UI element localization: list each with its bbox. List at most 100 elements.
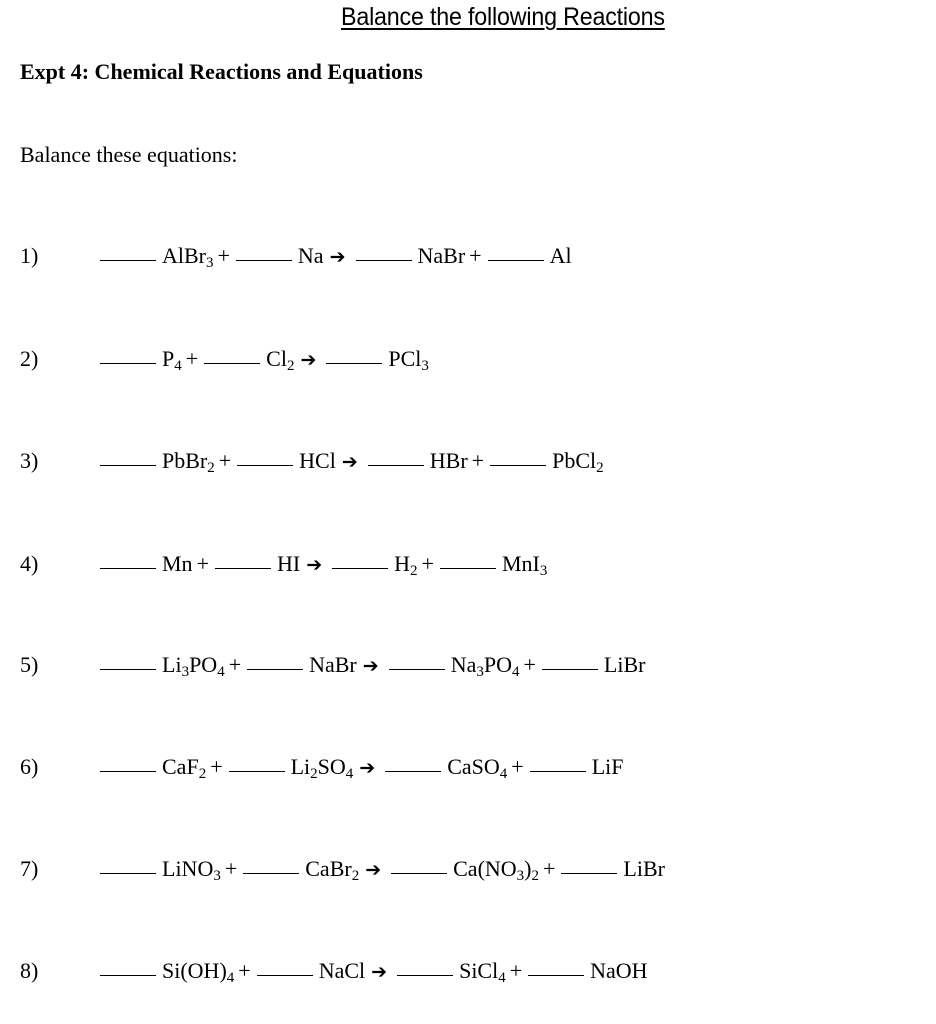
coefficient-blank[interactable] [397, 974, 454, 976]
plus-sign: + [511, 754, 524, 779]
reaction-arrow-icon: ➔ [300, 349, 317, 371]
experiment-heading: Expt 4: Chemical Reactions and Equations [20, 59, 423, 84]
chemical-formula: LiNO3 [162, 856, 221, 884]
subscript: 2 [531, 868, 540, 884]
equation-body: LiNO3 + CaBr2 ➔ Ca(NO3)2 + LiBr [100, 854, 665, 885]
chemical-formula: HBr [429, 448, 468, 473]
chemical-formula: LiBr [603, 652, 646, 677]
equation-number: 5) [20, 652, 39, 677]
equation-body: Mn + HI ➔ H2 + MnI3 [100, 549, 547, 580]
coefficient-blank[interactable] [367, 464, 424, 466]
coefficient-blank[interactable] [385, 770, 442, 772]
equation-body: CaF2 + Li2SO4 ➔ CaSO4 + LiF [100, 752, 624, 783]
plus-sign: + [217, 243, 230, 268]
coefficient-blank[interactable] [326, 362, 383, 364]
equation-row: 4) Mn + HI ➔ H2 + MnI3 [0, 549, 936, 579]
equation-body: Li3PO4 + NaBr ➔ Na3PO4 + LiBr [100, 650, 645, 681]
coefficient-blank[interactable] [228, 770, 285, 772]
plus-sign: + [185, 346, 199, 371]
coefficient-blank[interactable] [388, 668, 445, 670]
coefficient-blank[interactable] [529, 770, 586, 772]
chemical-formula: NaCl [318, 958, 366, 983]
coefficient-blank[interactable] [332, 567, 389, 569]
coefficient-blank[interactable] [490, 464, 547, 466]
plus-sign: + [421, 551, 434, 576]
coefficient-blank[interactable] [100, 974, 156, 976]
coefficient-blank[interactable] [100, 362, 156, 364]
chemical-formula: CaF2 [162, 754, 207, 782]
coefficient-blank[interactable] [214, 567, 271, 569]
equation-row: 6) CaF2 + Li2SO4 ➔ CaSO4 + LiF [0, 752, 936, 782]
coefficient-blank[interactable] [256, 974, 313, 976]
subscript: 4 [498, 970, 506, 986]
chemical-formula: HCl [299, 448, 336, 473]
coefficient-blank[interactable] [100, 668, 156, 670]
equation-number: 6) [20, 754, 39, 779]
subscript: 2 [310, 766, 318, 782]
coefficient-blank[interactable] [243, 872, 300, 874]
reaction-arrow-icon: ➔ [306, 554, 323, 576]
equation-body: Si(OH)4 + NaCl ➔ SiCl4 + NaOH [100, 956, 648, 987]
reaction-arrow-icon: ➔ [362, 655, 379, 677]
instructions-text: Balance these equations: [20, 142, 238, 167]
equation-number: 2) [20, 346, 39, 371]
coefficient-blank[interactable] [391, 872, 448, 874]
page-title: Balance the following Reactions [341, 3, 665, 31]
chemical-formula: PbBr2 [162, 448, 215, 476]
coefficient-blank[interactable] [561, 872, 618, 874]
subscript: 4 [345, 766, 354, 782]
subscript: 3 [181, 664, 190, 680]
coefficient-blank[interactable] [100, 464, 156, 466]
plus-sign: + [509, 958, 523, 983]
coefficient-blank[interactable] [100, 770, 156, 772]
equation-row: 2) P4 + Cl2 ➔ PCl3 [0, 344, 936, 374]
coefficient-blank[interactable] [487, 259, 544, 261]
plus-sign: + [224, 856, 238, 881]
subscript: 2 [596, 460, 604, 476]
coefficient-blank[interactable] [235, 259, 292, 261]
chemical-formula: CaBr2 [305, 856, 360, 884]
equation-row: 5) Li3PO4 + NaBr ➔ Na3PO4 + LiBr [0, 650, 936, 680]
coefficient-blank[interactable] [237, 464, 294, 466]
subscript: 3 [421, 358, 429, 374]
reaction-arrow-icon: ➔ [359, 757, 376, 779]
coefficient-blank[interactable] [541, 668, 598, 670]
chemical-formula: Si(OH)4 [162, 958, 235, 986]
chemical-formula: PCl3 [388, 346, 429, 374]
equation-body: P4 + Cl2 ➔ PCl3 [100, 344, 429, 375]
equation-body: PbBr2 + HCl ➔ HBr + PbCl2 [100, 446, 604, 477]
equation-number: 8) [20, 958, 39, 983]
plus-sign: + [469, 243, 482, 268]
equation-number: 1) [20, 243, 39, 268]
coefficient-blank[interactable] [439, 567, 496, 569]
coefficient-blank[interactable] [528, 974, 585, 976]
equation-number: 7) [20, 856, 39, 881]
coefficient-blank[interactable] [100, 567, 156, 569]
plus-sign: + [218, 448, 232, 473]
coefficient-blank[interactable] [247, 668, 304, 670]
chemical-formula: HI [276, 551, 301, 576]
chemical-formula: Cl2 [266, 346, 295, 374]
subscript: 3 [539, 563, 548, 579]
coefficient-blank[interactable] [100, 259, 156, 261]
equation-row: 8) Si(OH)4 + NaCl ➔ SiCl4 + NaOH [0, 956, 936, 986]
reaction-arrow-icon: ➔ [341, 451, 358, 473]
chemical-formula: CaSO4 [447, 754, 508, 782]
chemical-formula: Na3PO4 [450, 652, 520, 680]
chemical-formula: AlBr3 [162, 243, 214, 271]
chemical-formula: Na [297, 243, 324, 268]
chemical-formula: LiF [591, 754, 624, 779]
subscript: 2 [207, 460, 215, 476]
chemical-formula: Ca(NO3)2 [453, 856, 540, 884]
coefficient-blank[interactable] [204, 362, 261, 364]
coefficient-blank[interactable] [100, 872, 156, 874]
chemical-formula: LiBr [623, 856, 665, 881]
coefficient-blank[interactable] [355, 259, 412, 261]
subscript: 2 [351, 868, 360, 884]
reaction-arrow-icon: ➔ [365, 859, 382, 881]
chemical-formula: PbCl2 [552, 448, 604, 476]
subscript: 2 [198, 766, 207, 782]
plus-sign: + [523, 652, 536, 677]
subscript: 4 [511, 664, 520, 680]
plus-sign: + [238, 958, 251, 983]
